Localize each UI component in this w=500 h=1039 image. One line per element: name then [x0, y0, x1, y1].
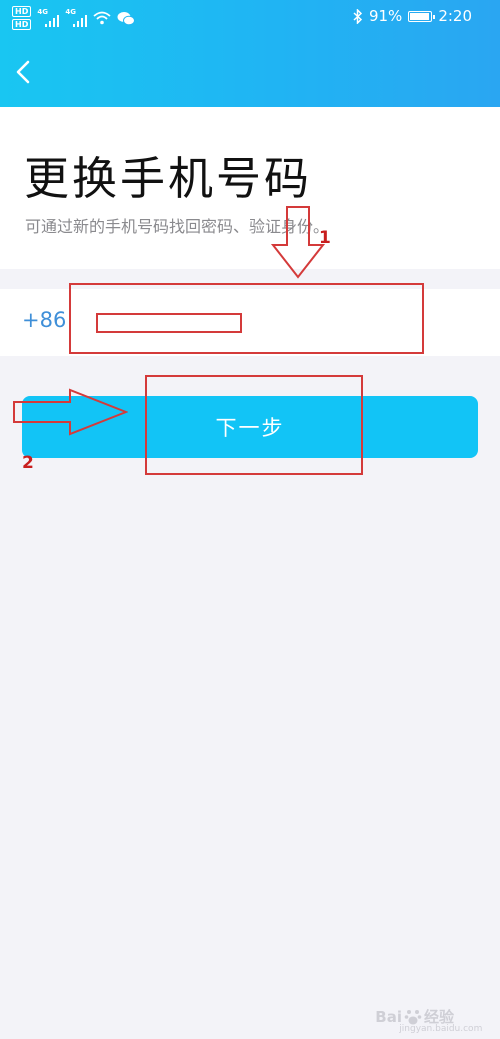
battery-icon: [408, 10, 436, 22]
chevron-left-icon: [16, 60, 30, 84]
status-bar: HD HD 4G 4G 91% 2:20: [0, 0, 500, 38]
down-arrow-annotation: [270, 206, 326, 279]
status-right: 91% 2:20: [353, 7, 472, 25]
hd-badge-2: HD: [12, 19, 32, 30]
paw-logo-icon: [404, 1009, 422, 1024]
app-header: HD HD 4G 4G 91% 2:20: [0, 0, 500, 107]
back-button[interactable]: [10, 54, 40, 90]
watermark-brand: Bai: [375, 1007, 402, 1026]
battery-percent: 91%: [368, 7, 403, 25]
baidu-jingyan-watermark: Bai 经验 jingyan.baidu.com: [375, 1006, 482, 1035]
clock: 2:20: [438, 7, 472, 25]
page-title: 更换手机号码: [24, 152, 313, 205]
status-left: HD HD 4G 4G: [12, 6, 136, 30]
signal-icon: 4G: [65, 9, 88, 27]
wifi-icon: [93, 11, 111, 25]
annotation-number-2: 2: [22, 453, 34, 473]
annotation-box-input-mark: [96, 313, 242, 333]
annotation-number-1: 1: [319, 228, 331, 248]
bluetooth-icon: [353, 8, 363, 24]
title-section: 更换手机号码 可通过新的手机号码找回密码、验证身份。: [0, 107, 500, 269]
hd-indicators: HD HD: [12, 6, 32, 30]
signal-icon: 4G: [37, 9, 60, 27]
right-arrow-annotation: [13, 388, 128, 436]
wechat-icon: [117, 11, 136, 25]
hd-badge-1: HD: [12, 6, 32, 17]
battery-level: [410, 12, 429, 20]
country-code-selector[interactable]: +86: [22, 308, 66, 332]
annotation-box-next-button: [145, 375, 363, 475]
watermark-url: jingyan.baidu.com: [399, 1024, 483, 1034]
